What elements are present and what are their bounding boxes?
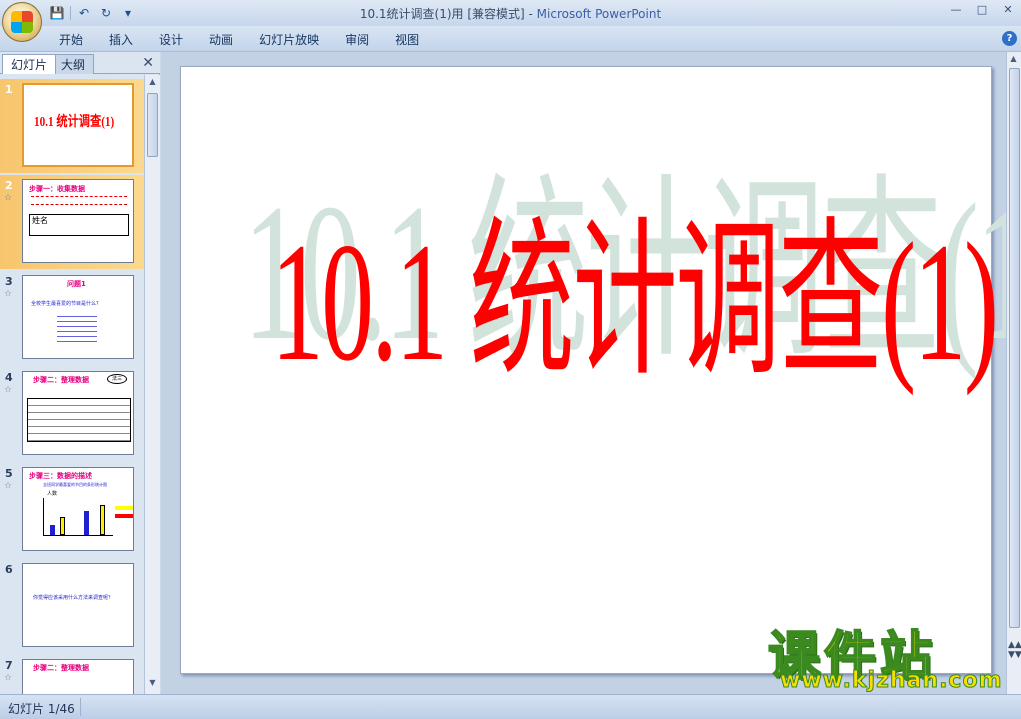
thumbnail-title: 步骤一：收集数据	[29, 185, 85, 193]
thumbnail-bar	[84, 511, 89, 535]
tab-outline[interactable]: 大纲	[52, 54, 95, 74]
editor-scrollbar[interactable]: ▲	[1006, 52, 1021, 694]
status-bar: 幻灯片 1/46	[0, 694, 1021, 719]
thumbnail-preview: 步骤一：收集数据 姓名	[22, 179, 134, 263]
slide-thumbnail-5[interactable]: 5 ☆ 步骤三：数据的描述 全班同学最喜爱的节目的条形统计图 人数	[0, 463, 144, 557]
maximize-button[interactable]: □	[975, 3, 989, 17]
thumbnail-title: 步骤二：整理数据	[33, 376, 89, 384]
slide-thumbnail-7[interactable]: 7 ☆ 步骤二：整理数据	[0, 655, 144, 694]
slide-thumbnail-2[interactable]: 2 ☆ 步骤一：收集数据 姓名	[0, 175, 144, 269]
slide-thumbnail-1[interactable]: 1 10.1 统计调查(1)	[0, 79, 144, 173]
document-title: 10.1统计调查(1)用 [兼容模式] -	[359, 7, 537, 21]
minimize-button[interactable]: —	[949, 3, 963, 17]
tab-view[interactable]: 视图	[382, 30, 432, 49]
window-title: 10.1统计调查(1)用 [兼容模式] - Microsoft PowerPoi…	[0, 5, 1021, 22]
ribbon: 开始 插入 设计 动画 幻灯片放映 审阅 视图 ?	[0, 26, 1021, 52]
thumbnail-title: 10.1 统计调查(1)	[34, 115, 115, 130]
status-separator	[80, 698, 81, 716]
ribbon-tabs: 开始 插入 设计 动画 幻灯片放映 审阅 视图	[46, 30, 432, 49]
thumbnail-scrollbar[interactable]: ▲ ▼	[144, 75, 160, 694]
watermark-url: www.kjzhan.com	[780, 668, 1003, 694]
scroll-thumb[interactable]	[1009, 68, 1020, 628]
thumbnail-table-cell: 姓名	[32, 216, 48, 225]
thumbnail-bar	[100, 505, 105, 535]
tab-animations[interactable]: 动画	[196, 30, 246, 49]
office-logo-icon	[11, 11, 33, 33]
slide-thumbnail-4[interactable]: 4 ☆ 步骤二：整理数据 法三	[0, 367, 144, 461]
thumbnail-preview: 10.1 统计调查(1)	[22, 83, 134, 167]
slide-title[interactable]: 10.1 统计调查(1)	[271, 217, 999, 387]
thumbnail-bar	[50, 525, 55, 535]
slide-number: 3	[5, 275, 13, 288]
next-slide-icon[interactable]: ▼▼	[1008, 650, 1021, 660]
animation-icon: ☆	[4, 673, 13, 683]
animation-icon: ☆	[4, 385, 13, 395]
previous-slide-icon[interactable]: ▲▲	[1008, 640, 1021, 650]
slide-number: 2	[5, 179, 13, 192]
thumbnail-chart	[43, 498, 113, 536]
scroll-up-icon[interactable]: ▲	[146, 77, 159, 91]
app-name: Microsoft PowerPoint	[536, 7, 662, 21]
tab-home[interactable]: 开始	[46, 30, 96, 49]
slide-number: 6	[5, 563, 13, 576]
slide-thumbnail-3[interactable]: 3 ☆ 问题1 全校学生最喜爱的节目是什么？	[0, 271, 144, 365]
slides-pane: 幻灯片 大纲 ✕ 1 10.1 统计调查(1) 2 ☆ 步骤一：收集数据 姓名	[0, 52, 160, 694]
thumbnail-badge: 法三	[107, 374, 127, 384]
slide-position: 幻灯片 1/46	[8, 702, 75, 716]
thumbnail-preview: 步骤二：整理数据	[22, 659, 134, 694]
close-button[interactable]: ✕	[1001, 3, 1015, 17]
tab-review[interactable]: 审阅	[332, 30, 382, 49]
thumbnail-line	[31, 196, 127, 202]
animation-icon: ☆	[4, 289, 13, 299]
scroll-thumb[interactable]	[147, 93, 158, 157]
scroll-up-icon[interactable]: ▲	[1007, 54, 1020, 68]
help-icon[interactable]: ?	[1002, 31, 1017, 46]
slide-number: 1	[5, 83, 13, 96]
thumbnail-text-block	[57, 312, 97, 344]
thumbnail-text: 全校学生最喜爱的节目是什么？	[31, 301, 102, 307]
thumbnail-subtitle: 全班同学最喜爱的节目的条形统计图	[43, 482, 107, 487]
thumbnail-table: 姓名	[29, 214, 129, 236]
tab-slides[interactable]: 幻灯片	[2, 54, 57, 74]
office-button[interactable]	[2, 2, 42, 42]
tab-insert[interactable]: 插入	[96, 30, 146, 49]
thumbnail-text: 你觉得应该采用什么方法来调查呢？	[33, 595, 114, 601]
thumbnail-legend	[115, 506, 133, 510]
thumbnail-list: 1 10.1 统计调查(1) 2 ☆ 步骤一：收集数据 姓名 3 ☆ 问题1 全…	[0, 75, 144, 694]
thumbnail-preview: 问题1 全校学生最喜爱的节目是什么？	[22, 275, 134, 359]
scroll-down-icon[interactable]: ▼	[146, 678, 159, 692]
slide-nav-buttons: ▲▲ ▼▼	[1008, 640, 1021, 660]
slide-number: 4	[5, 371, 13, 384]
thumbnail-table	[27, 398, 131, 442]
thumbnail-title: 问题1	[67, 280, 86, 288]
close-pane-icon[interactable]: ✕	[142, 55, 154, 71]
thumbnail-y-label: 人数	[47, 491, 58, 497]
pane-tabs: 幻灯片 大纲 ✕	[0, 52, 160, 74]
slide-editor: 10.1 统计调查(1) 10.1 统计调查(1)	[161, 52, 1021, 694]
thumbnail-title: 步骤三：数据的描述	[29, 472, 92, 480]
tab-design[interactable]: 设计	[146, 30, 196, 49]
thumbnail-bar	[60, 517, 65, 535]
thumbnail-title: 步骤二：整理数据	[33, 664, 89, 672]
thumbnail-preview: 你觉得应该采用什么方法来调查呢？	[22, 563, 134, 647]
thumbnail-preview: 步骤三：数据的描述 全班同学最喜爱的节目的条形统计图 人数	[22, 467, 134, 551]
slide-number: 7	[5, 659, 13, 672]
current-slide[interactable]: 10.1 统计调查(1) 10.1 统计调查(1)	[180, 66, 1021, 674]
slide-number: 5	[5, 467, 13, 480]
title-bar: 💾 ↶ ↻ ▾ 10.1统计调查(1)用 [兼容模式] - Microsoft …	[0, 0, 1021, 26]
tab-slideshow[interactable]: 幻灯片放映	[246, 30, 332, 49]
slide-thumbnail-6[interactable]: 6 你觉得应该采用什么方法来调查呢？	[0, 559, 144, 653]
thumbnail-preview: 步骤二：整理数据 法三	[22, 371, 134, 455]
animation-icon: ☆	[4, 193, 13, 203]
window-controls: — □ ✕	[949, 3, 1015, 17]
animation-icon: ☆	[4, 481, 13, 491]
thumbnail-line	[31, 204, 127, 210]
thumbnail-legend	[115, 514, 133, 518]
